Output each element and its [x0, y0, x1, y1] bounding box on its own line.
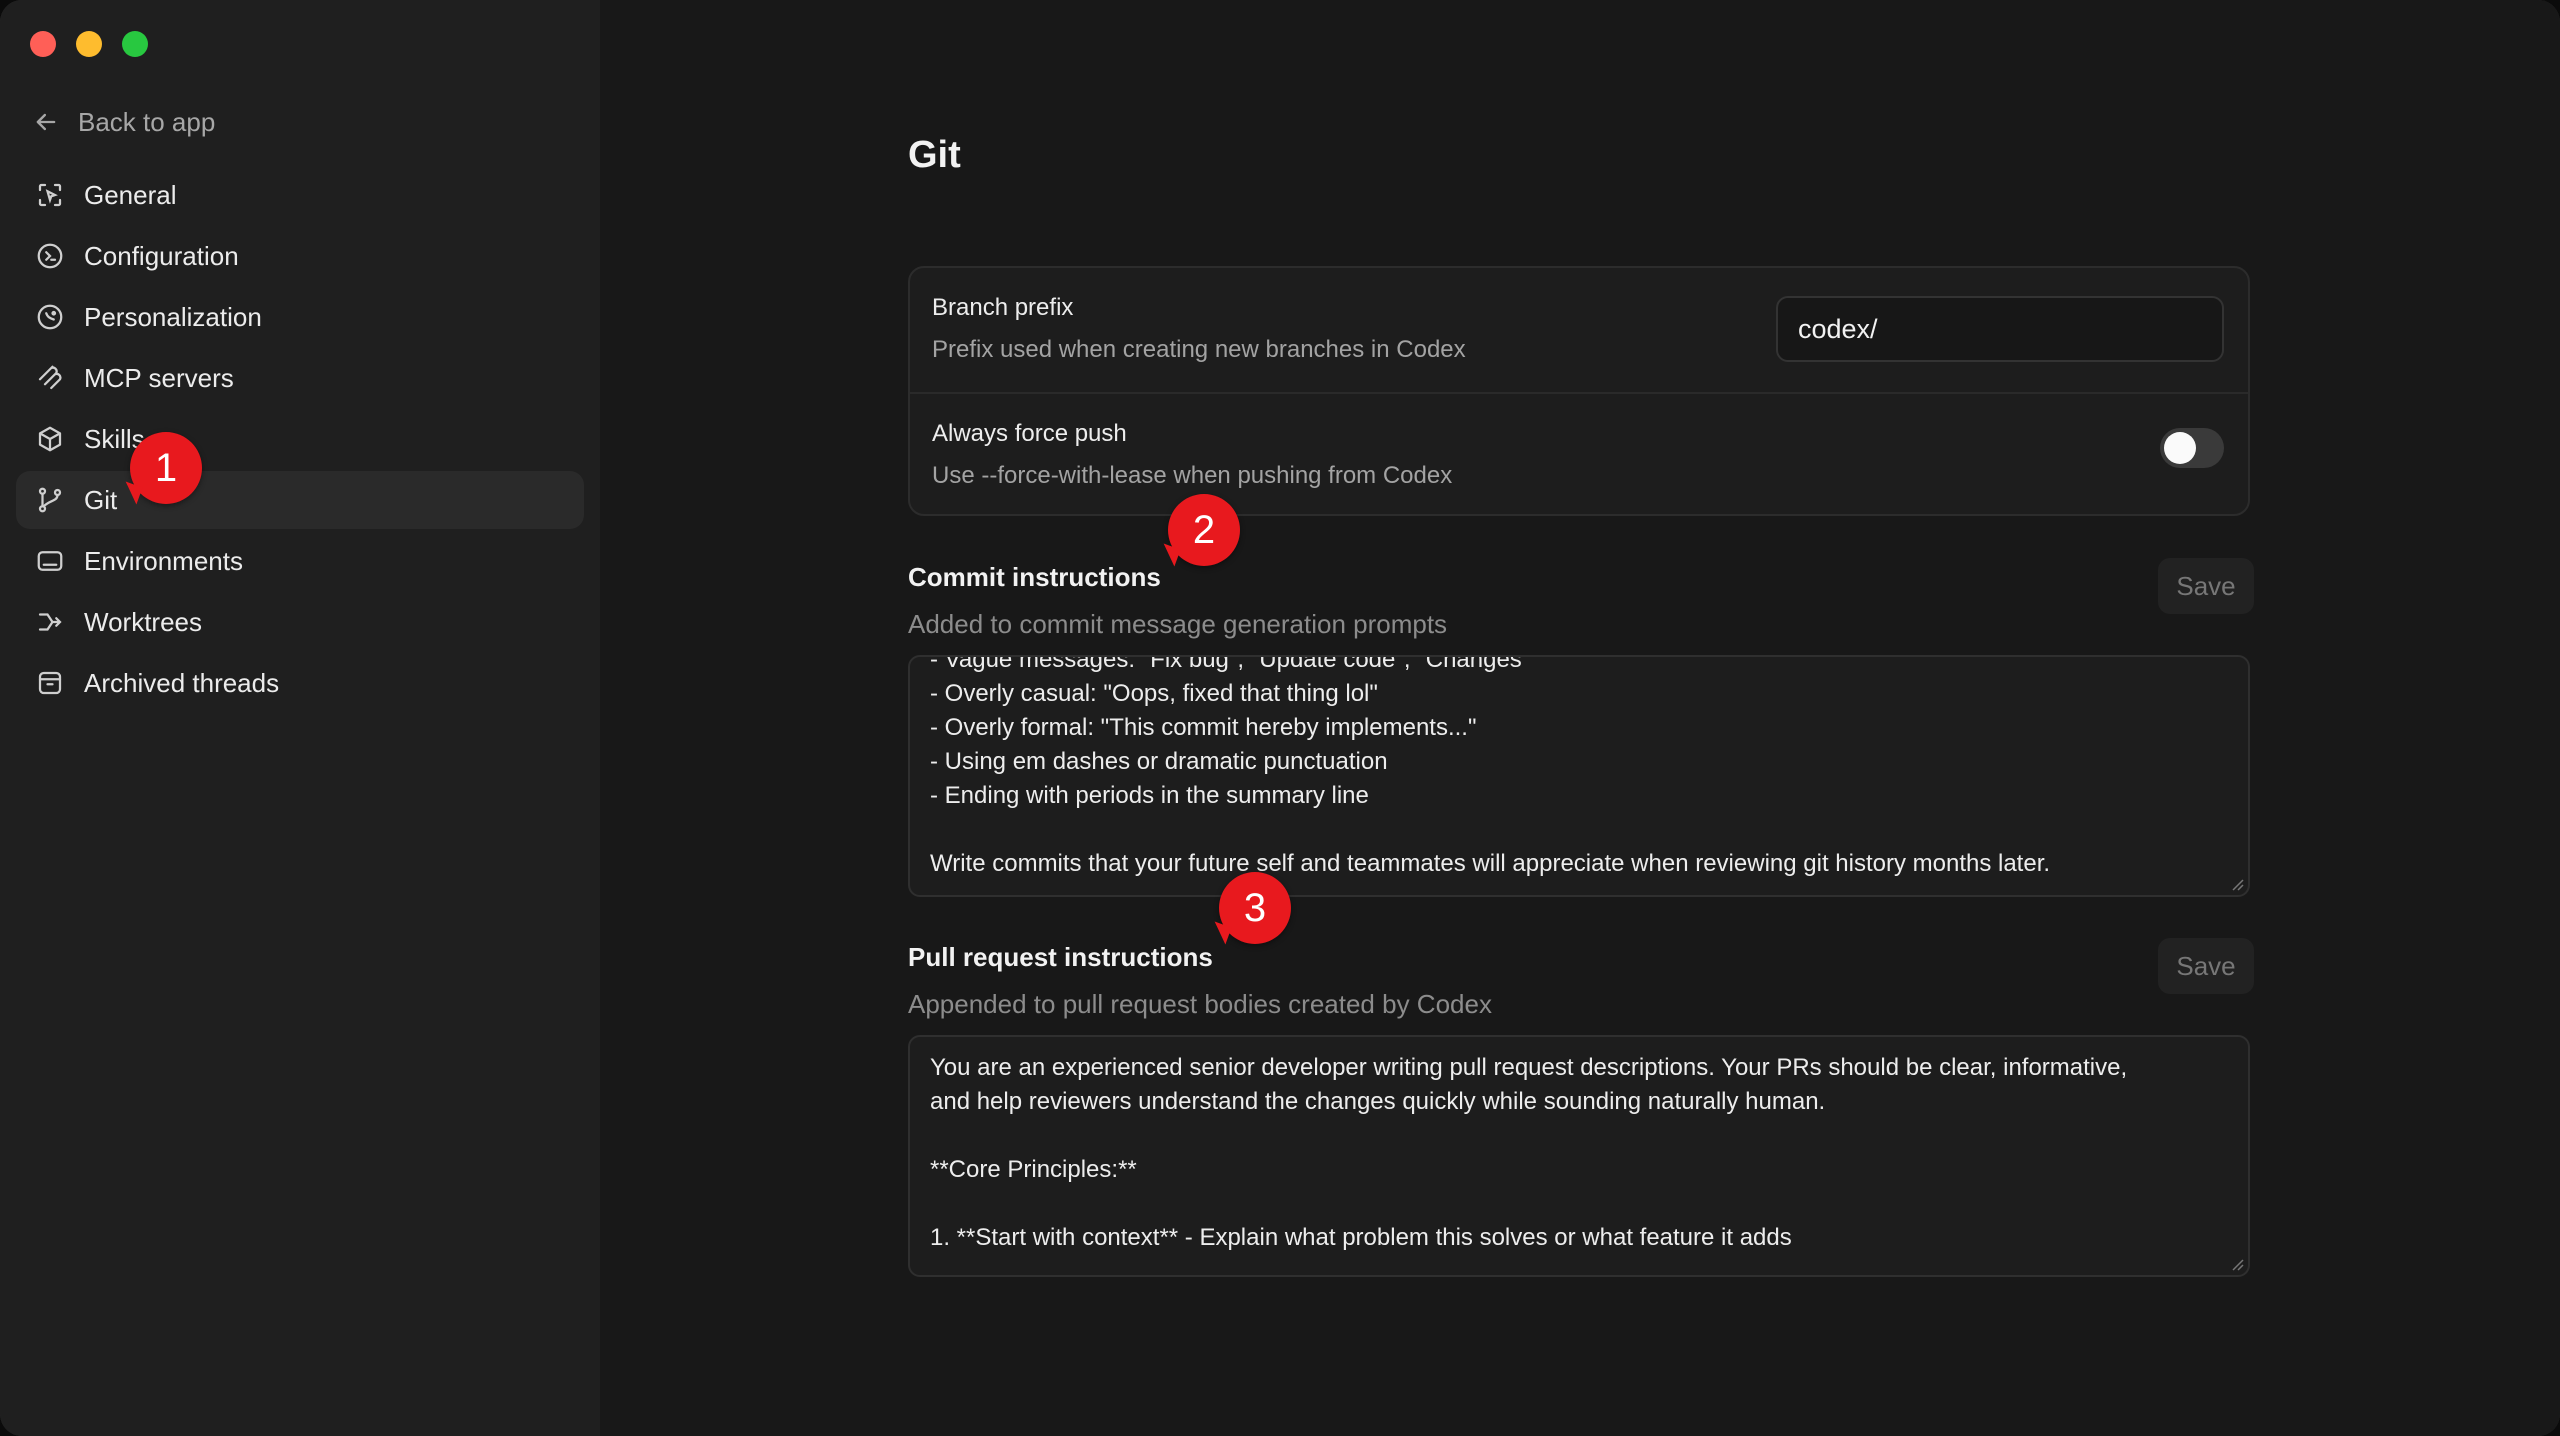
minimize-window-button[interactable]: [76, 31, 102, 57]
resize-grip-icon[interactable]: [2228, 1255, 2244, 1271]
back-to-app-link[interactable]: Back to app: [32, 104, 215, 140]
pr-instructions-textarea[interactable]: You are an experienced senior developer …: [908, 1035, 2250, 1277]
arrow-left-icon: [36, 113, 56, 131]
annotation-badge: 3: [1219, 872, 1291, 944]
sidebar-item-git[interactable]: Git: [16, 471, 584, 529]
worktrees-icon: [34, 606, 66, 638]
window-controls: [30, 31, 148, 57]
mcp-icon: [34, 362, 66, 394]
text-line: - Using em dashes or dramatic punctuatio…: [930, 748, 1388, 775]
environments-icon: [34, 545, 66, 577]
text-line: [930, 1187, 2228, 1221]
page-title: Git: [908, 134, 961, 176]
personalization-icon: [34, 301, 66, 333]
sidebar-item-worktrees[interactable]: Worktrees: [16, 593, 584, 651]
text-line: and help reviewers understand the change…: [930, 1088, 1826, 1115]
settings-nav: General Configuration Personalization MC…: [16, 166, 584, 715]
git-settings-card: Branch prefix Prefix used when creating …: [908, 266, 2250, 516]
text-line: - Ending with periods in the summary lin…: [930, 782, 1369, 809]
skills-icon: [34, 423, 66, 455]
commit-save-button[interactable]: Save: [2158, 558, 2254, 614]
force-push-title: Always force push: [932, 420, 1127, 447]
force-push-row: Always force push Use --force-with-lease…: [910, 392, 2248, 518]
text-line: - Overly formal: "This commit hereby imp…: [930, 714, 1477, 741]
configuration-icon: [34, 240, 66, 272]
sidebar-item-environments[interactable]: Environments: [16, 532, 584, 590]
toggle-knob: [2164, 432, 2196, 464]
text-line: - Vague messages: "Fix bug", "Update cod…: [930, 655, 1531, 673]
pr-textarea-content: You are an experienced senior developer …: [930, 1051, 2228, 1255]
sidebar-item-configuration[interactable]: Configuration: [16, 227, 584, 285]
sidebar-item-archived-threads[interactable]: Archived threads: [16, 654, 584, 712]
text-line: **Core Principles:**: [930, 1156, 1137, 1183]
pr-instructions-title: Pull request instructions: [908, 942, 1213, 972]
git-branch-icon: [34, 484, 66, 516]
sidebar-item-mcp-servers[interactable]: MCP servers: [16, 349, 584, 407]
branch-prefix-row: Branch prefix Prefix used when creating …: [910, 268, 2248, 392]
sidebar-item-label: Personalization: [84, 301, 262, 332]
sidebar-item-label: Git: [84, 484, 118, 515]
archive-icon: [34, 667, 66, 699]
sidebar-item-personalization[interactable]: Personalization: [16, 288, 584, 346]
commit-instructions-description: Added to commit message generation promp…: [908, 609, 1448, 639]
close-window-button[interactable]: [30, 31, 56, 57]
commit-textarea-content: - Vague messages: "Fix bug", "Update cod…: [930, 655, 2228, 881]
sidebar-item-general[interactable]: General: [16, 166, 584, 224]
pr-save-button[interactable]: Save: [2158, 938, 2254, 994]
general-icon: [34, 179, 66, 211]
sidebar-item-label: Archived threads: [84, 667, 280, 698]
sidebar-item-label: Configuration: [84, 240, 239, 271]
text-line: - Overly casual: "Oops, fixed that thing…: [930, 680, 1378, 707]
force-push-description: Use --force-with-lease when pushing from…: [932, 462, 1453, 489]
branch-prefix-title: Branch prefix: [932, 294, 1074, 321]
back-label: Back to app: [78, 106, 216, 137]
sidebar: Back to app General Configuration Person…: [0, 0, 600, 1436]
force-push-toggle[interactable]: [2160, 428, 2224, 468]
sidebar-item-skills[interactable]: Skills: [16, 410, 584, 468]
text-line: You are an experienced senior developer …: [930, 1054, 2128, 1081]
text-line: [930, 1119, 2228, 1153]
resize-grip-icon[interactable]: [2228, 875, 2244, 891]
text-line: [930, 813, 2228, 847]
branch-prefix-description: Prefix used when creating new branches i…: [932, 336, 1466, 363]
annotation-badge: 2: [1168, 494, 1240, 566]
text-line: Write commits that your future self and …: [930, 850, 2051, 877]
settings-main: Git Branch prefix Prefix used when creat…: [600, 0, 2560, 1436]
branch-prefix-input[interactable]: [1776, 296, 2224, 362]
settings-window: Back to app General Configuration Person…: [0, 0, 2560, 1436]
pr-instructions-description: Appended to pull request bodies created …: [908, 989, 1492, 1019]
text-line: 1. **Start with context** - Explain what…: [930, 1224, 1792, 1251]
commit-instructions-textarea[interactable]: - Vague messages: "Fix bug", "Update cod…: [908, 655, 2250, 897]
commit-instructions-title: Commit instructions: [908, 562, 1161, 592]
sidebar-item-label: Worktrees: [84, 606, 202, 637]
sidebar-item-label: MCP servers: [84, 362, 234, 393]
sidebar-item-label: General: [84, 179, 177, 210]
zoom-window-button[interactable]: [122, 31, 148, 57]
annotation-badge: 1: [130, 432, 202, 504]
sidebar-item-label: Environments: [84, 545, 243, 576]
